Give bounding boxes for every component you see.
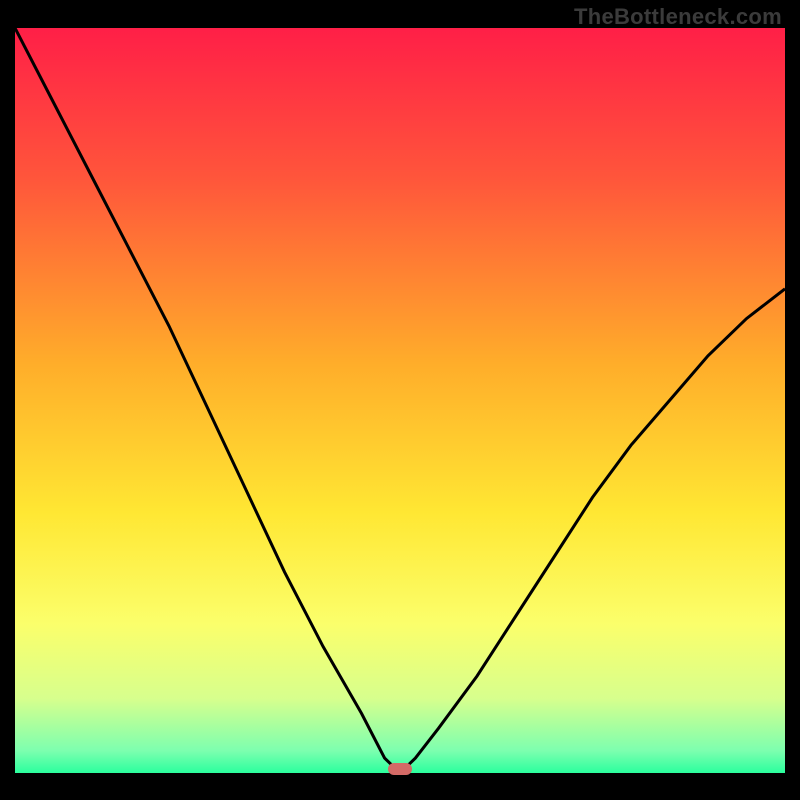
watermark-text: TheBottleneck.com: [574, 4, 782, 30]
bottleneck-plot: [15, 28, 785, 773]
plot-area: [15, 28, 785, 773]
chart-frame: TheBottleneck.com: [0, 0, 800, 800]
